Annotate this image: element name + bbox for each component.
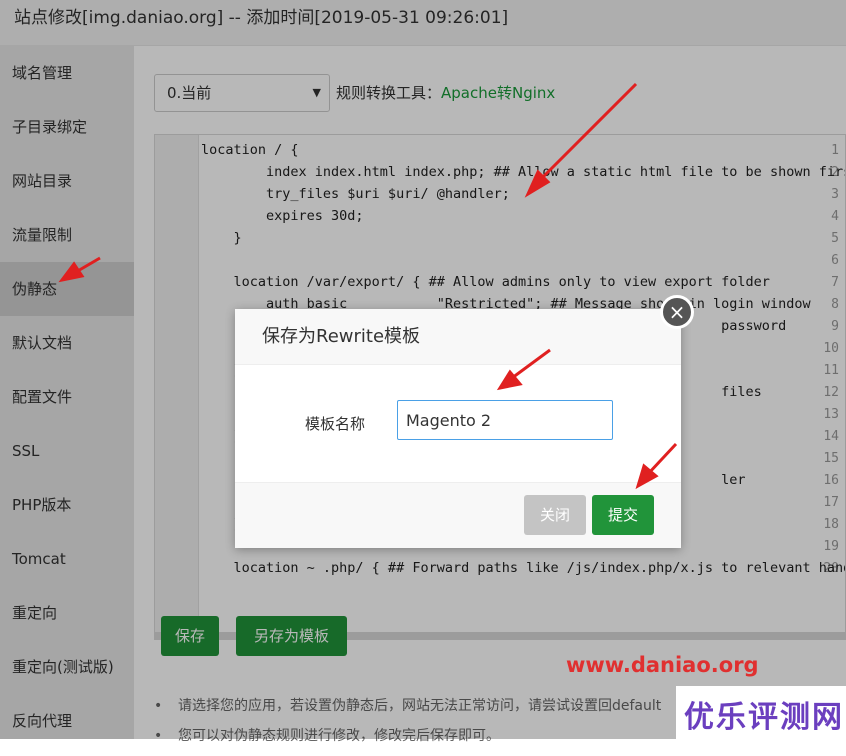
arrow-icon bbox=[511, 348, 551, 380]
arrow-icon bbox=[538, 82, 638, 182]
brand-text: 优乐评测网 bbox=[684, 700, 844, 735]
brand-logo: 优乐评测网 bbox=[676, 686, 846, 739]
arrow-icon bbox=[58, 261, 85, 283]
arrow-icon bbox=[646, 442, 678, 476]
annotation-arrows bbox=[58, 82, 678, 490]
watermark-text: www.daniao.org bbox=[566, 653, 759, 677]
